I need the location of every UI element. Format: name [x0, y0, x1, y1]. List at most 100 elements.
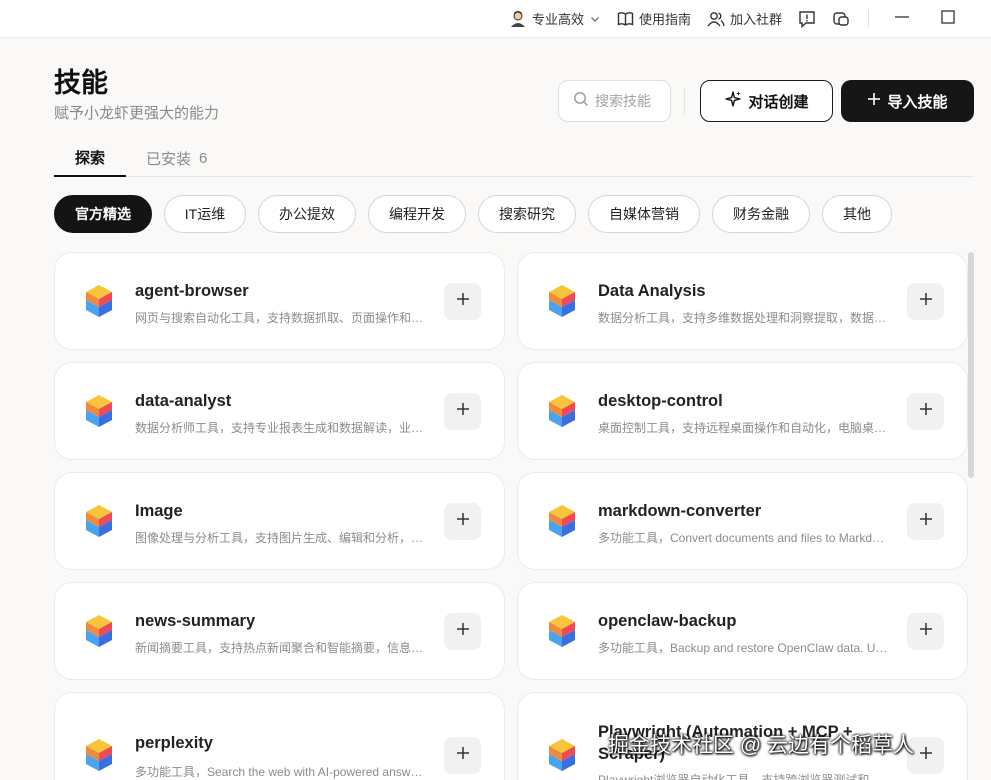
- mode-selector[interactable]: 专业高效: [501, 7, 609, 31]
- community-link[interactable]: 加入社群: [699, 7, 790, 31]
- skill-card[interactable]: perplexity 多功能工具，Search the web with AI-…: [54, 692, 505, 780]
- category-official-picks[interactable]: 官方精选: [54, 195, 152, 233]
- chat-create-label: 对话创建: [748, 93, 809, 111]
- add-skill-button[interactable]: [907, 613, 944, 650]
- skill-card[interactable]: markdown-converter 多功能工具，Convert documen…: [517, 472, 968, 570]
- add-skill-button[interactable]: [444, 613, 481, 650]
- category-label: 办公提效: [279, 206, 335, 222]
- skill-description: 多功能工具，Backup and restore OpenClaw data. …: [598, 641, 888, 655]
- title-bar: 专业高效 使用指南 加入社群: [0, 0, 991, 38]
- users-icon: [707, 11, 725, 27]
- skill-cube-icon: [546, 283, 578, 319]
- window-switch-icon: [832, 10, 850, 28]
- category-other[interactable]: 其他: [822, 195, 892, 233]
- category-programming[interactable]: 编程开发: [368, 195, 466, 233]
- skill-name: Data Analysis: [598, 282, 706, 300]
- skill-cube-icon: [546, 737, 578, 773]
- category-label: 编程开发: [389, 206, 445, 222]
- skill-name: desktop-control: [598, 392, 723, 410]
- chat-create-button[interactable]: 对话创建: [700, 80, 833, 122]
- skill-description: 桌面控制工具，支持远程桌面操作和自动化，电脑桌面管理: [598, 421, 888, 435]
- skill-cube-icon: [83, 393, 115, 429]
- category-search-research[interactable]: 搜索研究: [478, 195, 576, 233]
- add-skill-button[interactable]: [444, 503, 481, 540]
- mode-label: 专业高效: [531, 12, 584, 27]
- scrollbar-thumb[interactable]: [968, 252, 974, 478]
- add-skill-button[interactable]: [444, 737, 481, 774]
- skill-name: news-summary: [135, 612, 256, 630]
- skill-card[interactable]: Image 图像处理与分析工具，支持图片生成、编辑和分析，图像识别: [54, 472, 505, 570]
- titlebar-divider: [868, 9, 869, 28]
- category-label: 其他: [843, 206, 871, 222]
- avatar-icon: [509, 10, 527, 28]
- search-icon: [573, 91, 589, 112]
- plus-icon: [456, 746, 470, 765]
- minimize-button[interactable]: [879, 0, 925, 38]
- category-finance[interactable]: 财务金融: [712, 195, 810, 233]
- skill-description: 多功能工具，Convert documents and files to Mar…: [598, 531, 888, 545]
- category-it-ops[interactable]: IT运维: [164, 195, 246, 233]
- category-label: 官方精选: [75, 206, 131, 222]
- skill-description: 数据分析师工具，支持专业报表生成和数据解读，业务分析: [135, 421, 425, 435]
- skills-app: 专业高效 使用指南 加入社群 技能 赋予小龙虾更强大的能力 搜索技能 对话创建 …: [0, 0, 991, 780]
- tab-bar: 探索 已安装 6: [54, 140, 974, 177]
- plus-icon: [456, 512, 470, 531]
- category-label: 财务金融: [733, 206, 789, 222]
- skill-card[interactable]: agent-browser 网页与搜索自动化工具，支持数据抓取、页面操作和自动化…: [54, 252, 505, 350]
- category-label: 自媒体营销: [609, 206, 679, 222]
- skill-card[interactable]: data-analyst 数据分析师工具，支持专业报表生成和数据解读，业务分析: [54, 362, 505, 460]
- skill-cube-icon: [83, 737, 115, 773]
- plus-icon: [919, 622, 933, 641]
- skill-name: openclaw-backup: [598, 612, 737, 630]
- category-media-marketing[interactable]: 自媒体营销: [588, 195, 700, 233]
- guide-link[interactable]: 使用指南: [609, 7, 699, 31]
- category-label: IT运维: [184, 206, 226, 222]
- search-input[interactable]: [595, 93, 671, 109]
- plus-icon: [456, 402, 470, 421]
- plus-icon: [456, 292, 470, 311]
- tab-explore-label: 探索: [74, 150, 105, 167]
- book-icon: [617, 11, 634, 27]
- feedback-button[interactable]: [790, 7, 824, 31]
- search-box[interactable]: [558, 80, 671, 122]
- skill-cube-icon: [546, 393, 578, 429]
- category-label: 搜索研究: [499, 206, 555, 222]
- category-office[interactable]: 办公提效: [258, 195, 356, 233]
- add-skill-button[interactable]: [907, 283, 944, 320]
- add-skill-button[interactable]: [444, 283, 481, 320]
- skill-description: 图像处理与分析工具，支持图片生成、编辑和分析，图像识别: [135, 531, 425, 545]
- tab-installed[interactable]: 已安装 6: [146, 140, 207, 177]
- maximize-button[interactable]: [925, 0, 971, 38]
- community-label: 加入社群: [729, 12, 782, 27]
- add-skill-button[interactable]: [907, 393, 944, 430]
- add-skill-button[interactable]: [907, 503, 944, 540]
- skill-card[interactable]: Data Analysis 数据分析工具，支持多维数据处理和洞察提取，数据可视化: [517, 252, 968, 350]
- category-filter: 官方精选 IT运维 办公提效 编程开发 搜索研究 自媒体营销 财务金融 其他: [54, 195, 892, 233]
- chevron-down-icon: [589, 13, 601, 25]
- feedback-icon: [798, 10, 816, 28]
- watermark: 掘金技术社区 @ 云边有个稻草人: [608, 734, 914, 757]
- plus-icon: [919, 512, 933, 531]
- minimize-icon: [894, 9, 910, 28]
- plus-icon: [919, 402, 933, 421]
- maximize-icon: [940, 9, 956, 28]
- import-skill-label: 导入技能: [887, 93, 948, 111]
- skill-cube-icon: [546, 613, 578, 649]
- add-skill-button[interactable]: [444, 393, 481, 430]
- skill-card[interactable]: openclaw-backup 多功能工具，Backup and restore…: [517, 582, 968, 680]
- page-title: 技能: [54, 68, 108, 98]
- skill-description: 多功能工具，Search the web with AI-powered ans…: [135, 765, 425, 779]
- tab-explore[interactable]: 探索: [54, 140, 126, 177]
- import-skill-button[interactable]: 导入技能: [841, 80, 974, 122]
- page-subtitle: 赋予小龙虾更强大的能力: [54, 105, 220, 122]
- guide-label: 使用指南: [638, 12, 691, 27]
- skill-card[interactable]: desktop-control 桌面控制工具，支持远程桌面操作和自动化，电脑桌面…: [517, 362, 968, 460]
- plus-icon: [867, 92, 881, 110]
- plus-icon: [919, 292, 933, 311]
- skill-card[interactable]: news-summary 新闻摘要工具，支持热点新闻聚合和智能摘要，信息追踪: [54, 582, 505, 680]
- screenshot-button[interactable]: [824, 7, 858, 31]
- skill-cube-icon: [546, 503, 578, 539]
- skill-cube-icon: [83, 503, 115, 539]
- skill-name: markdown-converter: [598, 502, 762, 520]
- plus-icon: [456, 622, 470, 641]
